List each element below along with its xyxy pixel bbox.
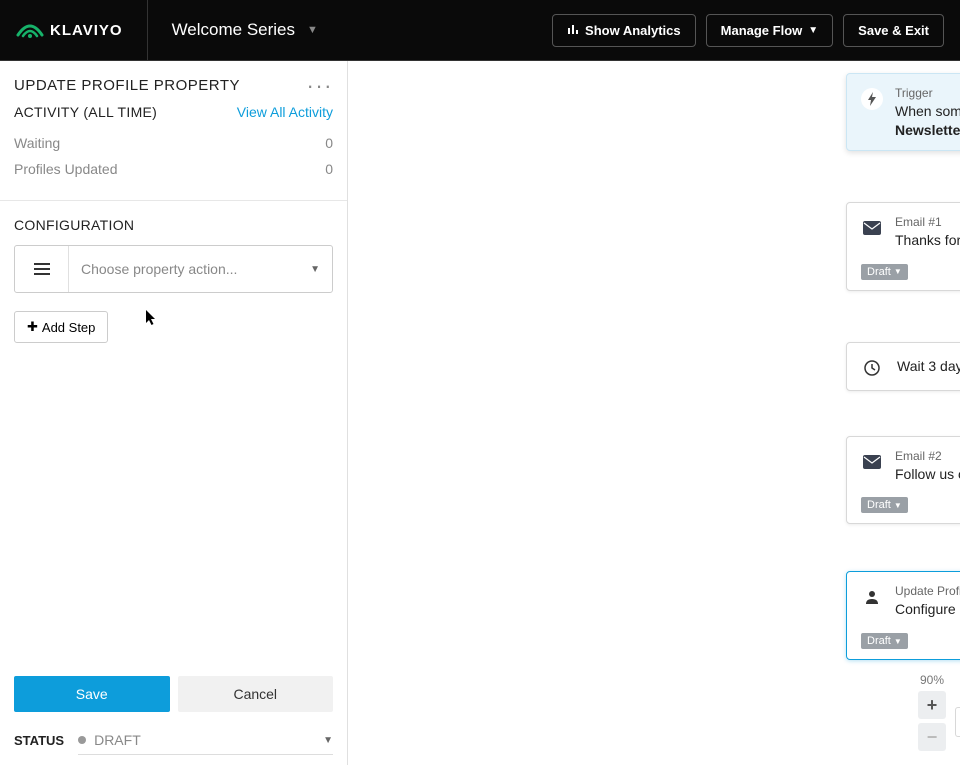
- status-label: STATUS: [14, 733, 64, 748]
- activity-row: Profiles Updated 0: [14, 156, 333, 182]
- brand-name: KLAVIYO: [50, 22, 123, 39]
- node-title: Configure Update...: [895, 600, 960, 619]
- activity-section: ACTIVITY (ALL TIME) View All Activity Wa…: [0, 104, 347, 201]
- day-tag: Day 0: [846, 295, 960, 309]
- save-button[interactable]: Save: [14, 676, 170, 712]
- lightning-icon: [861, 88, 883, 110]
- drag-handle-icon[interactable]: [15, 246, 69, 292]
- klaviyo-logo-icon: [16, 21, 44, 39]
- flow-title-dropdown[interactable]: Welcome Series ▼: [148, 20, 318, 40]
- trigger-node[interactable]: Trigger When someone subscribes to Newsl…: [846, 73, 960, 151]
- activity-title: ACTIVITY (ALL TIME): [14, 104, 157, 120]
- activity-row: Waiting 0: [14, 130, 333, 156]
- node-label: Trigger: [895, 86, 960, 100]
- add-step-button[interactable]: ✚ Add Step: [14, 311, 108, 343]
- exit-node[interactable]: EXIT: [955, 707, 960, 737]
- status-dot-icon: [78, 736, 86, 744]
- trigger-text: When someone subscribes to Newsletter.: [895, 102, 960, 140]
- update-profile-node[interactable]: ··· Update Profile Property Configure Up…: [846, 571, 960, 660]
- configuration-title: CONFIGURATION: [14, 217, 333, 233]
- caret-down-icon: ▼: [323, 735, 333, 746]
- wait-node[interactable]: ··· Wait 3 days: [846, 342, 960, 391]
- draft-badge[interactable]: Draft▼: [861, 497, 908, 513]
- view-all-activity-link[interactable]: View All Activity: [237, 104, 333, 120]
- save-exit-button[interactable]: Save & Exit: [843, 14, 944, 47]
- manage-flow-button[interactable]: Manage Flow ▼: [706, 14, 834, 47]
- caret-down-icon: ▼: [808, 25, 818, 36]
- zoom-in-button[interactable]: +: [918, 691, 946, 719]
- clock-icon: [861, 357, 883, 379]
- activity-row-label: Waiting: [14, 135, 60, 151]
- caret-down-icon: ▼: [894, 637, 902, 646]
- caret-down-icon: ▼: [894, 501, 902, 510]
- day-tag: Day 3: [846, 528, 960, 542]
- app-header: KLAVIYO Welcome Series ▼ Show Analytics …: [0, 0, 960, 61]
- node-label: Email #2: [895, 449, 960, 463]
- property-action-select[interactable]: Choose property action... ▼: [14, 245, 333, 293]
- property-action-placeholder: Choose property action...: [81, 261, 237, 277]
- flow-title: Welcome Series: [172, 20, 295, 40]
- flow-canvas[interactable]: Trigger When someone subscribes to Newsl…: [348, 61, 960, 765]
- brand-logo[interactable]: KLAVIYO: [16, 0, 148, 60]
- person-icon: [861, 586, 883, 608]
- node-label: Email #1: [895, 215, 960, 229]
- zoom-level: 90%: [918, 673, 946, 687]
- sidebar-panel: UPDATE PROFILE PROPERTY ··· ACTIVITY (AL…: [0, 61, 348, 765]
- panel-more-button[interactable]: ···: [307, 79, 333, 93]
- plus-icon: ✚: [27, 319, 38, 335]
- zoom-out-button[interactable]: −: [918, 723, 946, 751]
- email-node-2[interactable]: ··· Email #2 Follow us on Instagram! Dra…: [846, 436, 960, 525]
- caret-down-icon: ▼: [894, 267, 902, 276]
- email-node-1[interactable]: ··· Email #1 Thanks for subscribing! Dra…: [846, 202, 960, 291]
- email-icon: [861, 217, 883, 239]
- wait-title: Wait 3 days: [897, 357, 960, 376]
- zoom-controls: 90% + −: [918, 673, 946, 751]
- node-label: Update Profile Property: [895, 584, 960, 598]
- status-value: DRAFT: [94, 732, 141, 748]
- node-title: Thanks for subscribing!: [895, 231, 960, 250]
- activity-row-value: 0: [325, 161, 333, 177]
- node-title: Follow us on Instagram!: [895, 465, 960, 484]
- status-dropdown[interactable]: DRAFT ▼: [78, 726, 333, 755]
- email-icon: [861, 451, 883, 473]
- activity-row-value: 0: [325, 135, 333, 151]
- caret-down-icon: ▼: [310, 264, 320, 275]
- draft-badge[interactable]: Draft▼: [861, 264, 908, 280]
- panel-title: UPDATE PROFILE PROPERTY: [14, 77, 240, 94]
- cancel-button[interactable]: Cancel: [178, 676, 334, 712]
- analytics-chart-icon: [567, 23, 579, 38]
- caret-down-icon: ▼: [307, 24, 318, 36]
- configuration-section: CONFIGURATION Choose property action... …: [0, 201, 347, 359]
- activity-row-label: Profiles Updated: [14, 161, 118, 177]
- draft-badge[interactable]: Draft▼: [861, 633, 908, 649]
- header-actions: Show Analytics Manage Flow ▼ Save & Exit: [552, 14, 944, 47]
- show-analytics-button[interactable]: Show Analytics: [552, 14, 696, 47]
